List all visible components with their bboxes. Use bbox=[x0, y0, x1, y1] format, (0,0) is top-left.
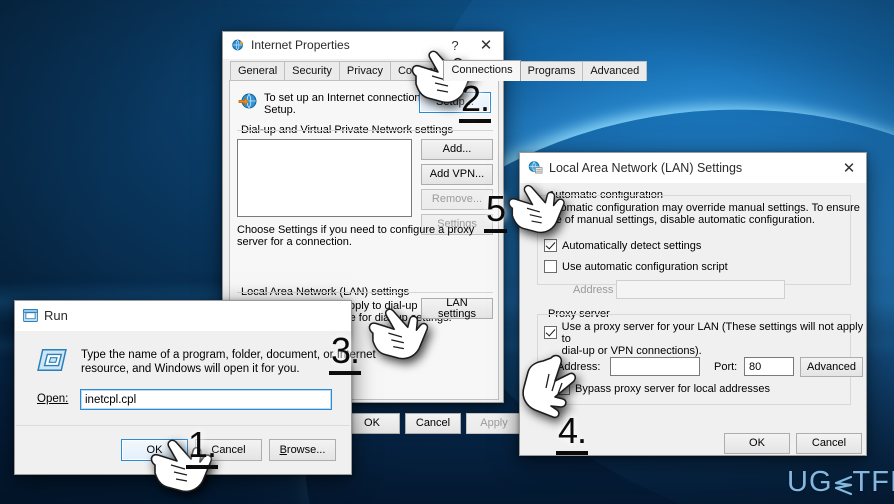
auto-config-script-label: Use automatic configuration script bbox=[562, 260, 728, 273]
close-icon[interactable]: ✕ bbox=[469, 32, 503, 58]
ugetfix-watermark: UG TFIX bbox=[787, 466, 894, 499]
tab-security[interactable]: Security bbox=[284, 61, 340, 81]
tab-general[interactable]: General bbox=[230, 61, 286, 81]
proxy-address-label: Address: bbox=[557, 361, 601, 373]
tab-advanced[interactable]: Advanced bbox=[582, 61, 648, 81]
lan-settings-icon bbox=[528, 160, 543, 175]
choose-settings-line1: Choose Settings if you need to configure… bbox=[237, 224, 475, 236]
screen: Internet Properties ? ✕ General Security… bbox=[0, 0, 894, 504]
internet-properties-ok-button[interactable]: OK bbox=[344, 413, 400, 434]
auto-detect-settings-checkbox[interactable] bbox=[544, 239, 557, 252]
run-icon-large bbox=[37, 347, 67, 376]
lan-settings-ok-button[interactable]: OK bbox=[724, 433, 790, 454]
remove-button[interactable]: Remove... bbox=[421, 189, 493, 210]
dialup-group-line bbox=[237, 130, 493, 131]
internet-properties-title: Internet Properties bbox=[251, 38, 350, 52]
choose-settings-line2: server for a connection. bbox=[237, 236, 352, 248]
lan-settings-close-icon[interactable]: ✕ bbox=[832, 155, 866, 181]
internet-properties-apply-button[interactable]: Apply bbox=[466, 413, 522, 434]
use-proxy-server-label-line2: dial-up or VPN connections). bbox=[561, 345, 702, 357]
setup-icon bbox=[238, 91, 258, 114]
tab-privacy[interactable]: Privacy bbox=[338, 61, 391, 81]
add-vpn-button[interactable]: Add VPN... bbox=[421, 164, 493, 185]
use-proxy-server-checkbox[interactable] bbox=[544, 326, 557, 339]
lan-settings-titlebar[interactable]: Local Area Network (LAN) Settings ✕ bbox=[520, 153, 866, 183]
use-proxy-server-label-line1: Use a proxy server for your LAN (These s… bbox=[561, 321, 864, 345]
watermark-part2: TFIX bbox=[852, 466, 894, 498]
lan-settings-cancel-button[interactable]: Cancel bbox=[796, 433, 862, 454]
step-number-2: 2. bbox=[459, 81, 492, 123]
run-description-line2: resource, and Windows will open it for y… bbox=[81, 363, 300, 375]
use-proxy-checkbox-row[interactable]: Use a proxy server for your LAN (These s… bbox=[544, 321, 866, 357]
tab-connections[interactable]: Connections bbox=[443, 60, 521, 81]
watermark-e-glyph-icon bbox=[833, 471, 853, 495]
run-ok-button[interactable]: OK bbox=[121, 439, 188, 461]
step-number-5: 5 bbox=[484, 191, 508, 233]
run-title: Run bbox=[44, 308, 68, 323]
setup-description-line2: Setup. bbox=[264, 104, 296, 116]
internet-properties-icon bbox=[231, 38, 245, 52]
step-number-1: 1. bbox=[186, 427, 219, 469]
auto-config-desc-line2: use of manual settings, disable automati… bbox=[544, 214, 815, 226]
advanced-button[interactable]: Advanced bbox=[800, 357, 863, 377]
run-browse-label-rest: rowse... bbox=[286, 443, 326, 456]
bypass-proxy-checkbox[interactable] bbox=[557, 382, 570, 395]
internet-properties-cancel-button[interactable]: Cancel bbox=[405, 413, 461, 434]
run-open-input[interactable]: inetcpl.cpl bbox=[80, 389, 332, 410]
auto-config-script-checkbox-row[interactable]: Use automatic configuration script bbox=[544, 260, 728, 273]
watermark-part1: UG bbox=[787, 466, 833, 498]
tab-programs[interactable]: Programs bbox=[519, 61, 584, 81]
auto-detect-settings-checkbox-row[interactable]: Automatically detect settings bbox=[544, 239, 701, 252]
bypass-proxy-label: Bypass proxy server for local addresses bbox=[575, 382, 771, 395]
run-open-label-text: Open: bbox=[37, 393, 69, 405]
run-titlebar[interactable]: Run bbox=[15, 301, 351, 331]
lan-settings-button[interactable]: LAN settings bbox=[421, 297, 493, 319]
auto-config-group-gap bbox=[537, 189, 851, 191]
proxy-port-input[interactable]: 80 bbox=[744, 357, 794, 376]
lan-group-line bbox=[237, 292, 493, 293]
internet-properties-tabstrip[interactable]: General Security Privacy Content Connect… bbox=[224, 59, 648, 81]
auto-config-address-input[interactable] bbox=[616, 280, 785, 299]
tab-content[interactable]: Content bbox=[389, 61, 445, 81]
lan-settings-title: Local Area Network (LAN) Settings bbox=[549, 160, 743, 175]
help-button[interactable]: ? bbox=[441, 32, 469, 58]
proxy-port-label: Port: bbox=[714, 361, 738, 373]
run-browse-label-first: B bbox=[279, 443, 287, 456]
run-window-icon bbox=[23, 309, 38, 322]
add-button[interactable]: Add... bbox=[421, 139, 493, 160]
bypass-proxy-checkbox-row[interactable]: Bypass proxy server for local addresses bbox=[557, 382, 770, 395]
run-open-label: Open: bbox=[37, 393, 68, 405]
step-number-3: 3. bbox=[329, 333, 362, 375]
auto-config-group-top-line bbox=[537, 195, 851, 196]
proxy-address-input[interactable] bbox=[610, 357, 700, 376]
internet-properties-titlebar[interactable]: Internet Properties ? ✕ bbox=[223, 32, 503, 59]
auto-detect-settings-label: Automatically detect settings bbox=[562, 239, 702, 252]
run-browse-button[interactable]: Browse... bbox=[269, 439, 336, 461]
step-number-4: 4. bbox=[556, 413, 589, 455]
run-dialog[interactable]: Run Type the name of a program, folder, … bbox=[14, 300, 376, 475]
auto-config-address-label: Address bbox=[573, 284, 614, 296]
auto-config-script-checkbox[interactable] bbox=[544, 260, 557, 273]
dialup-connections-list[interactable] bbox=[237, 139, 412, 217]
